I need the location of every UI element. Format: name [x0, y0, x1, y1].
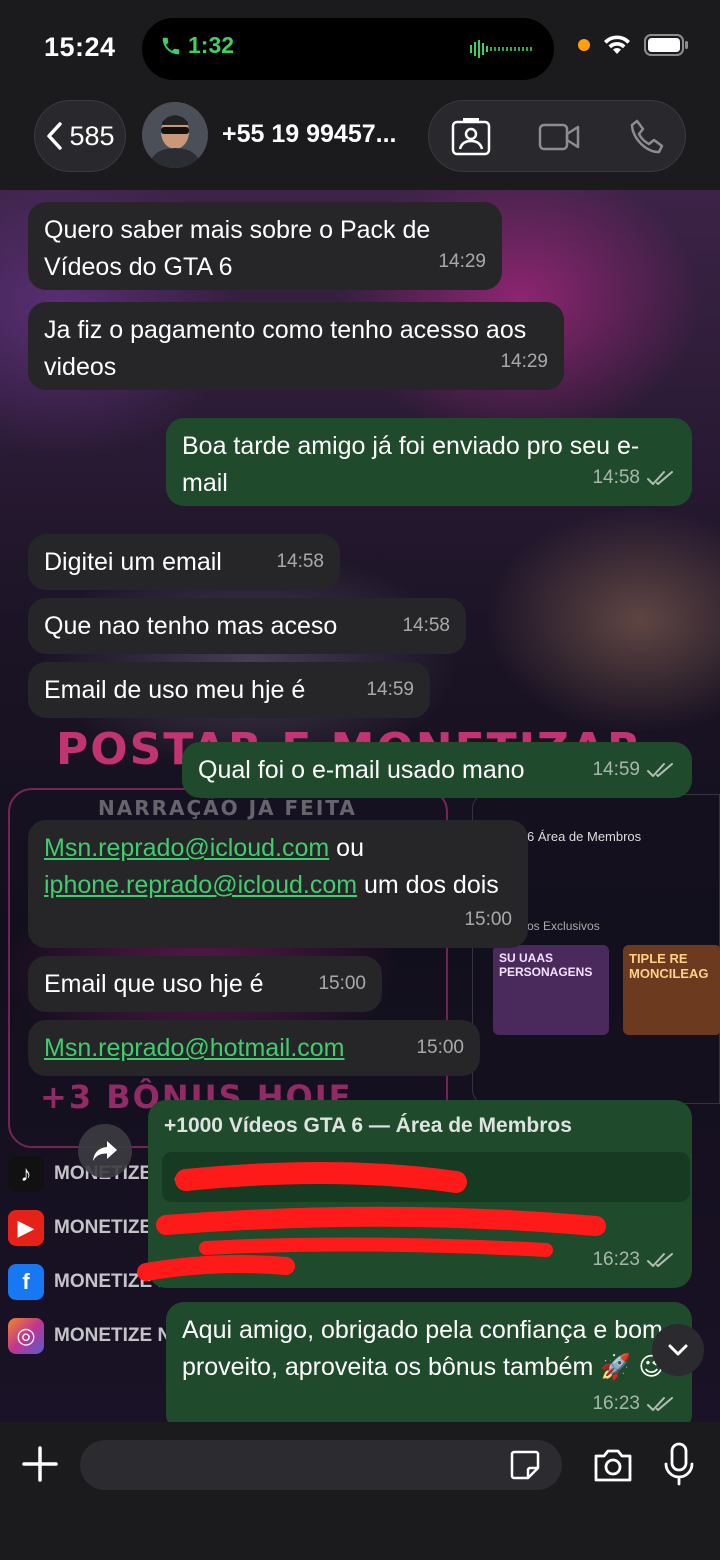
- message-time: 15:00: [416, 1037, 464, 1058]
- header-actions: [428, 100, 686, 172]
- message-outgoing[interactable]: Boa tarde amigo já foi enviado pro seu e…: [166, 418, 692, 506]
- message-outgoing[interactable]: Aqui amigo, obrigado pela confiança e bo…: [166, 1302, 692, 1422]
- message-incoming[interactable]: Email de uso meu hje é 14:59: [28, 662, 430, 718]
- message-text: Email que uso hje é: [44, 970, 264, 998]
- video-call-icon[interactable]: [537, 115, 581, 159]
- message-time: 14:58: [276, 551, 324, 572]
- message-time: 14:29: [438, 251, 486, 272]
- chevron-down-icon: [668, 1344, 688, 1356]
- message-time: 14:58: [592, 459, 676, 496]
- message-text: Qual foi o e-mail usado mano: [198, 756, 525, 784]
- message-text: Que nao tenho mas aceso: [44, 612, 338, 640]
- avatar-photo: [142, 102, 208, 168]
- message-time: 15:00: [318, 973, 366, 994]
- chat-area[interactable]: PARA POSTAR E MONETIZAR NARRAÇÃO JÁ FEIT…: [0, 190, 720, 1422]
- message-text: Aqui amigo, obrigado pela confiança e bo…: [182, 1316, 665, 1381]
- double-check-icon: [647, 762, 673, 777]
- camera-icon[interactable]: [592, 1446, 634, 1484]
- voice-call-icon[interactable]: [625, 115, 669, 159]
- scroll-to-bottom-button[interactable]: [652, 1324, 704, 1376]
- wifi-icon: [604, 35, 630, 54]
- contact-card-icon[interactable]: [449, 115, 493, 159]
- active-call-indicator[interactable]: 1:32: [160, 32, 234, 59]
- back-button[interactable]: 585: [34, 100, 126, 172]
- double-check-icon: [647, 470, 673, 485]
- battery-icon: [644, 34, 688, 56]
- message-incoming[interactable]: Ja fiz o pagamento como tenho acesso aos…: [28, 302, 564, 390]
- message-incoming[interactable]: Email que uso hje é 15:00: [28, 956, 382, 1012]
- mic-in-use-dot: [578, 39, 590, 51]
- status-time: 15:24: [44, 32, 116, 62]
- facebook-icon: f: [8, 1264, 44, 1300]
- message-text: ou: [329, 834, 364, 862]
- contact-name[interactable]: +55 19 99457...: [222, 120, 396, 149]
- chevron-left-icon: [47, 122, 63, 150]
- double-check-icon: [647, 1252, 673, 1267]
- poster-card: SU UAAS PERSONAGENS: [493, 945, 609, 1035]
- message-text: Email de uso meu hje é: [44, 676, 306, 704]
- poster-panel-header: 6 Área de Membros: [527, 829, 642, 844]
- message-outgoing[interactable]: Qual foi o e-mail usado mano 14:59: [182, 742, 692, 798]
- status-bar: 15:24 1:32: [0, 0, 720, 96]
- message-incoming[interactable]: Msn.reprado@icloud.com ou iphone.reprado…: [28, 820, 528, 948]
- message-time: 16:23: [592, 1385, 676, 1422]
- poster-narracao: NARRAÇÃO JÁ FEITA: [98, 796, 357, 820]
- chat-header: 585 +55 19 99457...: [0, 96, 720, 190]
- message-text: Quero saber mais sobre o Pack de Vídeos …: [44, 216, 431, 281]
- message-incoming[interactable]: Digitei um email 14:58: [28, 534, 340, 590]
- message-text: Boa tarde amigo já foi enviado pro seu e…: [182, 432, 640, 497]
- audio-wave-icon: [470, 40, 532, 58]
- message-incoming[interactable]: Que nao tenho mas aceso 14:58: [28, 598, 466, 654]
- forward-icon: [93, 1141, 117, 1161]
- instagram-icon: ◎: [8, 1318, 44, 1354]
- contact-avatar[interactable]: [142, 102, 208, 168]
- poster-card: TIPLE RE MONCILEAG: [623, 945, 720, 1035]
- redaction-scribble: [137, 1161, 606, 1281]
- youtube-icon: ▶: [8, 1210, 44, 1246]
- message-time: 14:29: [500, 351, 548, 372]
- tiktok-icon: ♪: [8, 1156, 44, 1192]
- sticker-icon[interactable]: [508, 1448, 542, 1482]
- message-text: um dos dois: [357, 871, 499, 899]
- phone-icon: [162, 37, 180, 54]
- status-indicators: [578, 34, 690, 56]
- forward-button[interactable]: [78, 1124, 132, 1178]
- call-duration: 1:32: [188, 32, 235, 58]
- message-text: Digitei um email: [44, 548, 222, 576]
- message-incoming[interactable]: Msn.reprado@hotmail.com 15:00: [28, 1020, 480, 1076]
- plus-icon[interactable]: [20, 1444, 60, 1484]
- message-time: 14:58: [402, 615, 450, 636]
- message-composer: [0, 1422, 720, 1560]
- email-link[interactable]: Msn.reprado@hotmail.com: [44, 1034, 345, 1062]
- message-outgoing-link-preview[interactable]: +1000 Vídeos GTA 6 — Área de Membros 16:…: [137, 1100, 692, 1288]
- link-preview-title: +1000 Vídeos GTA 6 — Área de Membros: [164, 1114, 572, 1137]
- message-time: 16:23: [592, 1241, 676, 1278]
- message-input[interactable]: [80, 1440, 562, 1490]
- email-link[interactable]: iphone.reprado@icloud.com: [44, 871, 357, 899]
- dynamic-island[interactable]: 1:32: [142, 18, 554, 80]
- message-time: 14:59: [366, 679, 414, 700]
- message-time: 14:59: [592, 751, 676, 788]
- microphone-icon[interactable]: [664, 1442, 694, 1486]
- message-incoming[interactable]: Quero saber mais sobre o Pack de Vídeos …: [28, 202, 502, 290]
- message-time: 15:00: [464, 909, 512, 930]
- double-check-icon: [647, 1396, 673, 1411]
- email-link[interactable]: Msn.reprado@icloud.com: [44, 834, 329, 862]
- message-text: Ja fiz o pagamento como tenho acesso aos…: [44, 316, 527, 381]
- unread-count: 585: [69, 120, 115, 151]
